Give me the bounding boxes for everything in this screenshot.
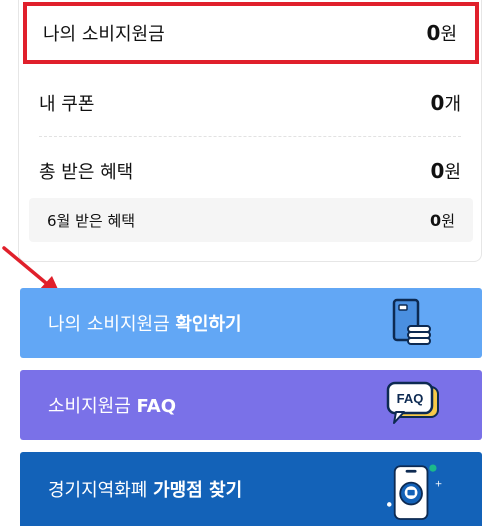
- total-benefit-label: 총 받은 혜택: [39, 162, 134, 183]
- faq-bubble-icon: FAQ: [382, 377, 442, 433]
- total-benefit-row: 총 받은 혜택 0원: [19, 146, 481, 196]
- support-fund-faq-label: 소비지원금 FAQ: [48, 396, 176, 417]
- my-support-fund-label: 나의 소비지원금: [43, 24, 165, 45]
- check-support-fund-button[interactable]: 나의 소비지원금 확인하기: [20, 288, 482, 358]
- my-coupon-row[interactable]: 내 쿠폰 0개: [19, 78, 481, 128]
- monthly-benefit-row: 6월 받은 혜택 0원: [29, 198, 473, 242]
- check-support-fund-label: 나의 소비지원금 확인하기: [48, 314, 242, 335]
- row-divider: [39, 136, 461, 137]
- benefit-summary-card: 나의 소비지원금 0원 내 쿠폰 0개 총 받은 혜택 0원 6월 받은 혜택 …: [18, 0, 482, 262]
- find-merchant-button[interactable]: 경기지역화폐 가맹점 찾기 +: [20, 452, 482, 526]
- faq-icon-text: FAQ: [397, 391, 424, 406]
- my-support-fund-row[interactable]: 나의 소비지원금 0원: [23, 2, 479, 64]
- find-merchant-label: 경기지역화폐 가맹점 찾기: [48, 480, 243, 501]
- svg-text:+: +: [435, 479, 442, 489]
- my-coupon-label: 내 쿠폰: [39, 94, 95, 115]
- phone-location-icon: +: [382, 461, 442, 520]
- my-coupon-value: 0개: [430, 91, 461, 115]
- card-coins-icon: [382, 295, 442, 351]
- my-support-fund-value: 0원: [426, 21, 457, 45]
- monthly-benefit-label: 6월 받은 혜택: [47, 211, 136, 230]
- total-benefit-value: 0원: [430, 159, 461, 183]
- support-fund-faq-button[interactable]: 소비지원금 FAQ FAQ: [20, 370, 482, 440]
- monthly-benefit-value: 0원: [430, 210, 455, 230]
